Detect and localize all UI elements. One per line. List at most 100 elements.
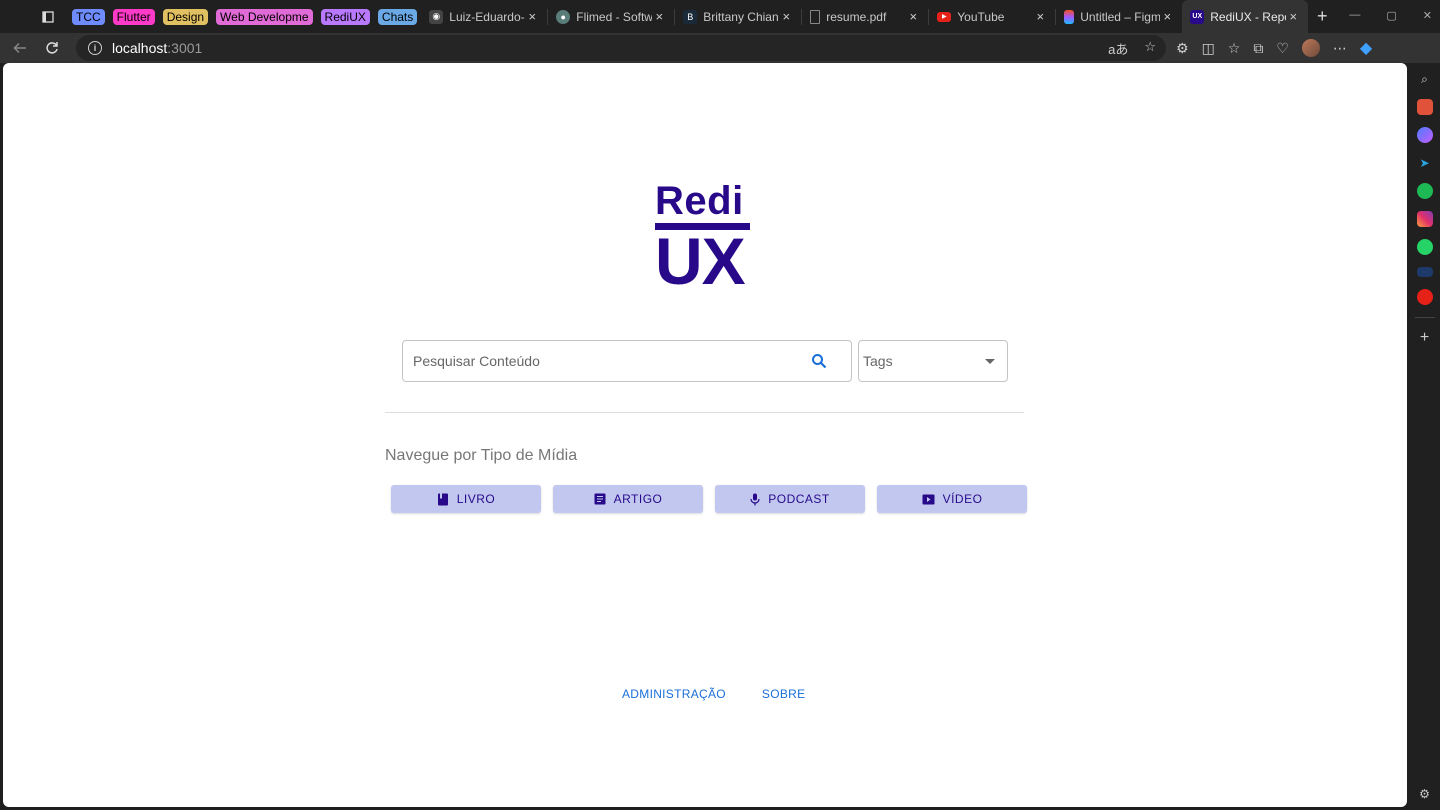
media-button-podcast[interactable]: PODCAST — [715, 485, 865, 513]
new-tab-button[interactable]: + — [1308, 0, 1336, 33]
media-button-artigo[interactable]: ARTIGO — [553, 485, 703, 513]
tab-github[interactable]: ◉ Luiz-Eduardo-F × — [421, 0, 547, 33]
address-url: localhost:3001 — [112, 40, 202, 56]
tab-youtube[interactable]: ▶ YouTube × — [929, 0, 1055, 33]
media-button-livro[interactable]: LIVRO — [391, 485, 541, 513]
close-icon[interactable]: × — [1033, 9, 1047, 24]
tab-group-flutter[interactable]: Flutter — [112, 8, 155, 25]
split-screen-icon[interactable]: ◫ — [1202, 40, 1215, 57]
tab-title: Flimed - Softw — [576, 9, 653, 24]
page-viewport: Redi UX Tags Navegue por Tipo de Mídia L… — [3, 63, 1407, 807]
tags-select[interactable]: Tags — [858, 340, 1008, 382]
close-icon[interactable]: × — [652, 9, 666, 24]
close-icon[interactable]: × — [1286, 9, 1300, 24]
browser-toolbar: i localhost:3001 aあ ☆ ⚙ ◫ ☆ ⧉ ♡ ⋯ ◆ — [0, 33, 1440, 63]
rediux-icon: UX — [1190, 9, 1205, 24]
close-icon[interactable]: × — [1160, 9, 1174, 24]
whatsapp-icon[interactable] — [1416, 239, 1433, 255]
tab-title: resume.pdf — [826, 9, 887, 24]
close-icon[interactable]: × — [525, 9, 539, 24]
tab-group-web-development[interactable]: Web Developme — [216, 8, 313, 25]
tab-resume[interactable]: resume.pdf × — [802, 0, 928, 33]
search-icon[interactable]: ⌕ — [1417, 71, 1433, 87]
tab-group-tcc[interactable]: TCC — [72, 8, 105, 25]
media-button-label: VÍDEO — [942, 492, 983, 506]
github-icon: ◉ — [429, 9, 444, 24]
tab-title: Luiz-Eduardo-F — [449, 9, 526, 24]
tab-group-chats[interactable]: Chats — [377, 8, 418, 25]
spotify-icon[interactable] — [1416, 183, 1433, 199]
window-controls: — ▢ ✕ — [1349, 0, 1432, 30]
logo-bottom-text: UX — [655, 224, 746, 298]
url-host: localhost — [112, 40, 168, 56]
tab-title: YouTube — [957, 9, 1005, 24]
tab-title: Untitled – Figm — [1080, 9, 1161, 24]
toolbar-actions: ⚙ ◫ ☆ ⧉ ♡ ⋯ ◆ — [1176, 33, 1372, 63]
tab-brittany[interactable]: B Brittany Chian × — [675, 0, 801, 33]
book-icon — [437, 493, 448, 505]
maximize-icon[interactable]: ▢ — [1386, 9, 1396, 22]
app-icon[interactable] — [1416, 267, 1433, 277]
logo-top-text: Redi — [655, 179, 744, 223]
media-button-video[interactable]: VÍDEO — [877, 485, 1027, 513]
close-icon[interactable]: × — [779, 9, 793, 24]
flimed-icon: ● — [556, 9, 571, 24]
figma-icon — [1064, 9, 1075, 24]
read-aloud-icon[interactable]: aあ — [1108, 39, 1128, 58]
tab-actions-button[interactable] — [34, 0, 62, 33]
telegram-icon[interactable]: ➤ — [1417, 155, 1433, 171]
back-arrow-icon — [13, 42, 26, 54]
brittany-icon: B — [683, 9, 698, 24]
sidebar-divider — [1414, 317, 1435, 318]
more-options-icon[interactable]: ⋯ — [1333, 40, 1347, 57]
search-input[interactable] — [413, 353, 805, 369]
about-link[interactable]: SOBRE — [762, 687, 806, 701]
search-button[interactable] — [805, 347, 833, 375]
settings-icon[interactable]: ⚙ — [1417, 786, 1433, 802]
copilot-icon[interactable]: ◆ — [1360, 38, 1372, 58]
tab-actions-icon — [42, 10, 54, 23]
close-icon[interactable]: × — [906, 9, 920, 24]
rediux-logo: Redi UX — [655, 181, 755, 294]
media-button-label: PODCAST — [768, 492, 830, 506]
admin-link[interactable]: ADMINISTRAÇÃO — [622, 687, 726, 701]
media-type-heading: Navegue por Tipo de Mídia — [385, 447, 578, 464]
browser-essentials-icon[interactable]: ♡ — [1276, 40, 1289, 57]
address-bar[interactable]: i localhost:3001 aあ ☆ — [76, 35, 1166, 61]
back-button[interactable] — [4, 34, 36, 62]
document-icon — [810, 9, 821, 24]
tab-figma[interactable]: Untitled – Figm × — [1056, 0, 1182, 33]
dropdown-arrow-icon — [985, 358, 995, 364]
search-field — [402, 340, 852, 382]
video-icon — [922, 494, 935, 504]
tab-flimed[interactable]: ● Flimed - Softw × — [548, 0, 674, 33]
browser-sidebar: ⌕ ➤ + ⚙ — [1409, 63, 1440, 810]
tab-group-design[interactable]: Design — [162, 8, 209, 25]
copilot-sidebar-icon[interactable] — [1416, 127, 1433, 143]
extensions-icon[interactable]: ⚙ — [1176, 40, 1189, 57]
youtube-icon: ▶ — [937, 11, 952, 22]
plus-icon: + — [1317, 6, 1328, 26]
close-window-icon[interactable]: ✕ — [1423, 9, 1432, 22]
media-button-label: LIVRO — [456, 492, 496, 506]
tab-title: Brittany Chian — [703, 9, 779, 24]
tools-icon[interactable] — [1416, 99, 1433, 115]
youtube-sidebar-icon[interactable] — [1416, 289, 1433, 305]
minimize-icon[interactable]: — — [1349, 9, 1360, 21]
media-type-buttons: LIVRO ARTIGO PODCAST VÍDEO — [391, 485, 1027, 513]
add-icon[interactable]: + — [1417, 329, 1433, 346]
site-info-icon[interactable]: i — [88, 41, 102, 55]
tab-title: RediUX - Repo — [1210, 9, 1287, 24]
tab-group-rediux[interactable]: RediUX — [320, 8, 370, 25]
url-port: :3001 — [167, 40, 203, 56]
section-divider — [385, 412, 1024, 413]
reload-button[interactable] — [36, 34, 68, 62]
mic-icon — [750, 493, 760, 505]
profile-avatar[interactable] — [1301, 39, 1320, 57]
collections-icon[interactable]: ⧉ — [1253, 40, 1263, 57]
browser-window: TCC Flutter Design Web Developme RediUX … — [0, 0, 1440, 810]
tab-rediux[interactable]: UX RediUX - Repo × — [1182, 0, 1309, 33]
instagram-icon[interactable] — [1416, 211, 1433, 227]
favorites-icon[interactable]: ☆ — [1228, 40, 1241, 57]
favorite-star-icon[interactable]: ☆ — [1144, 39, 1156, 58]
